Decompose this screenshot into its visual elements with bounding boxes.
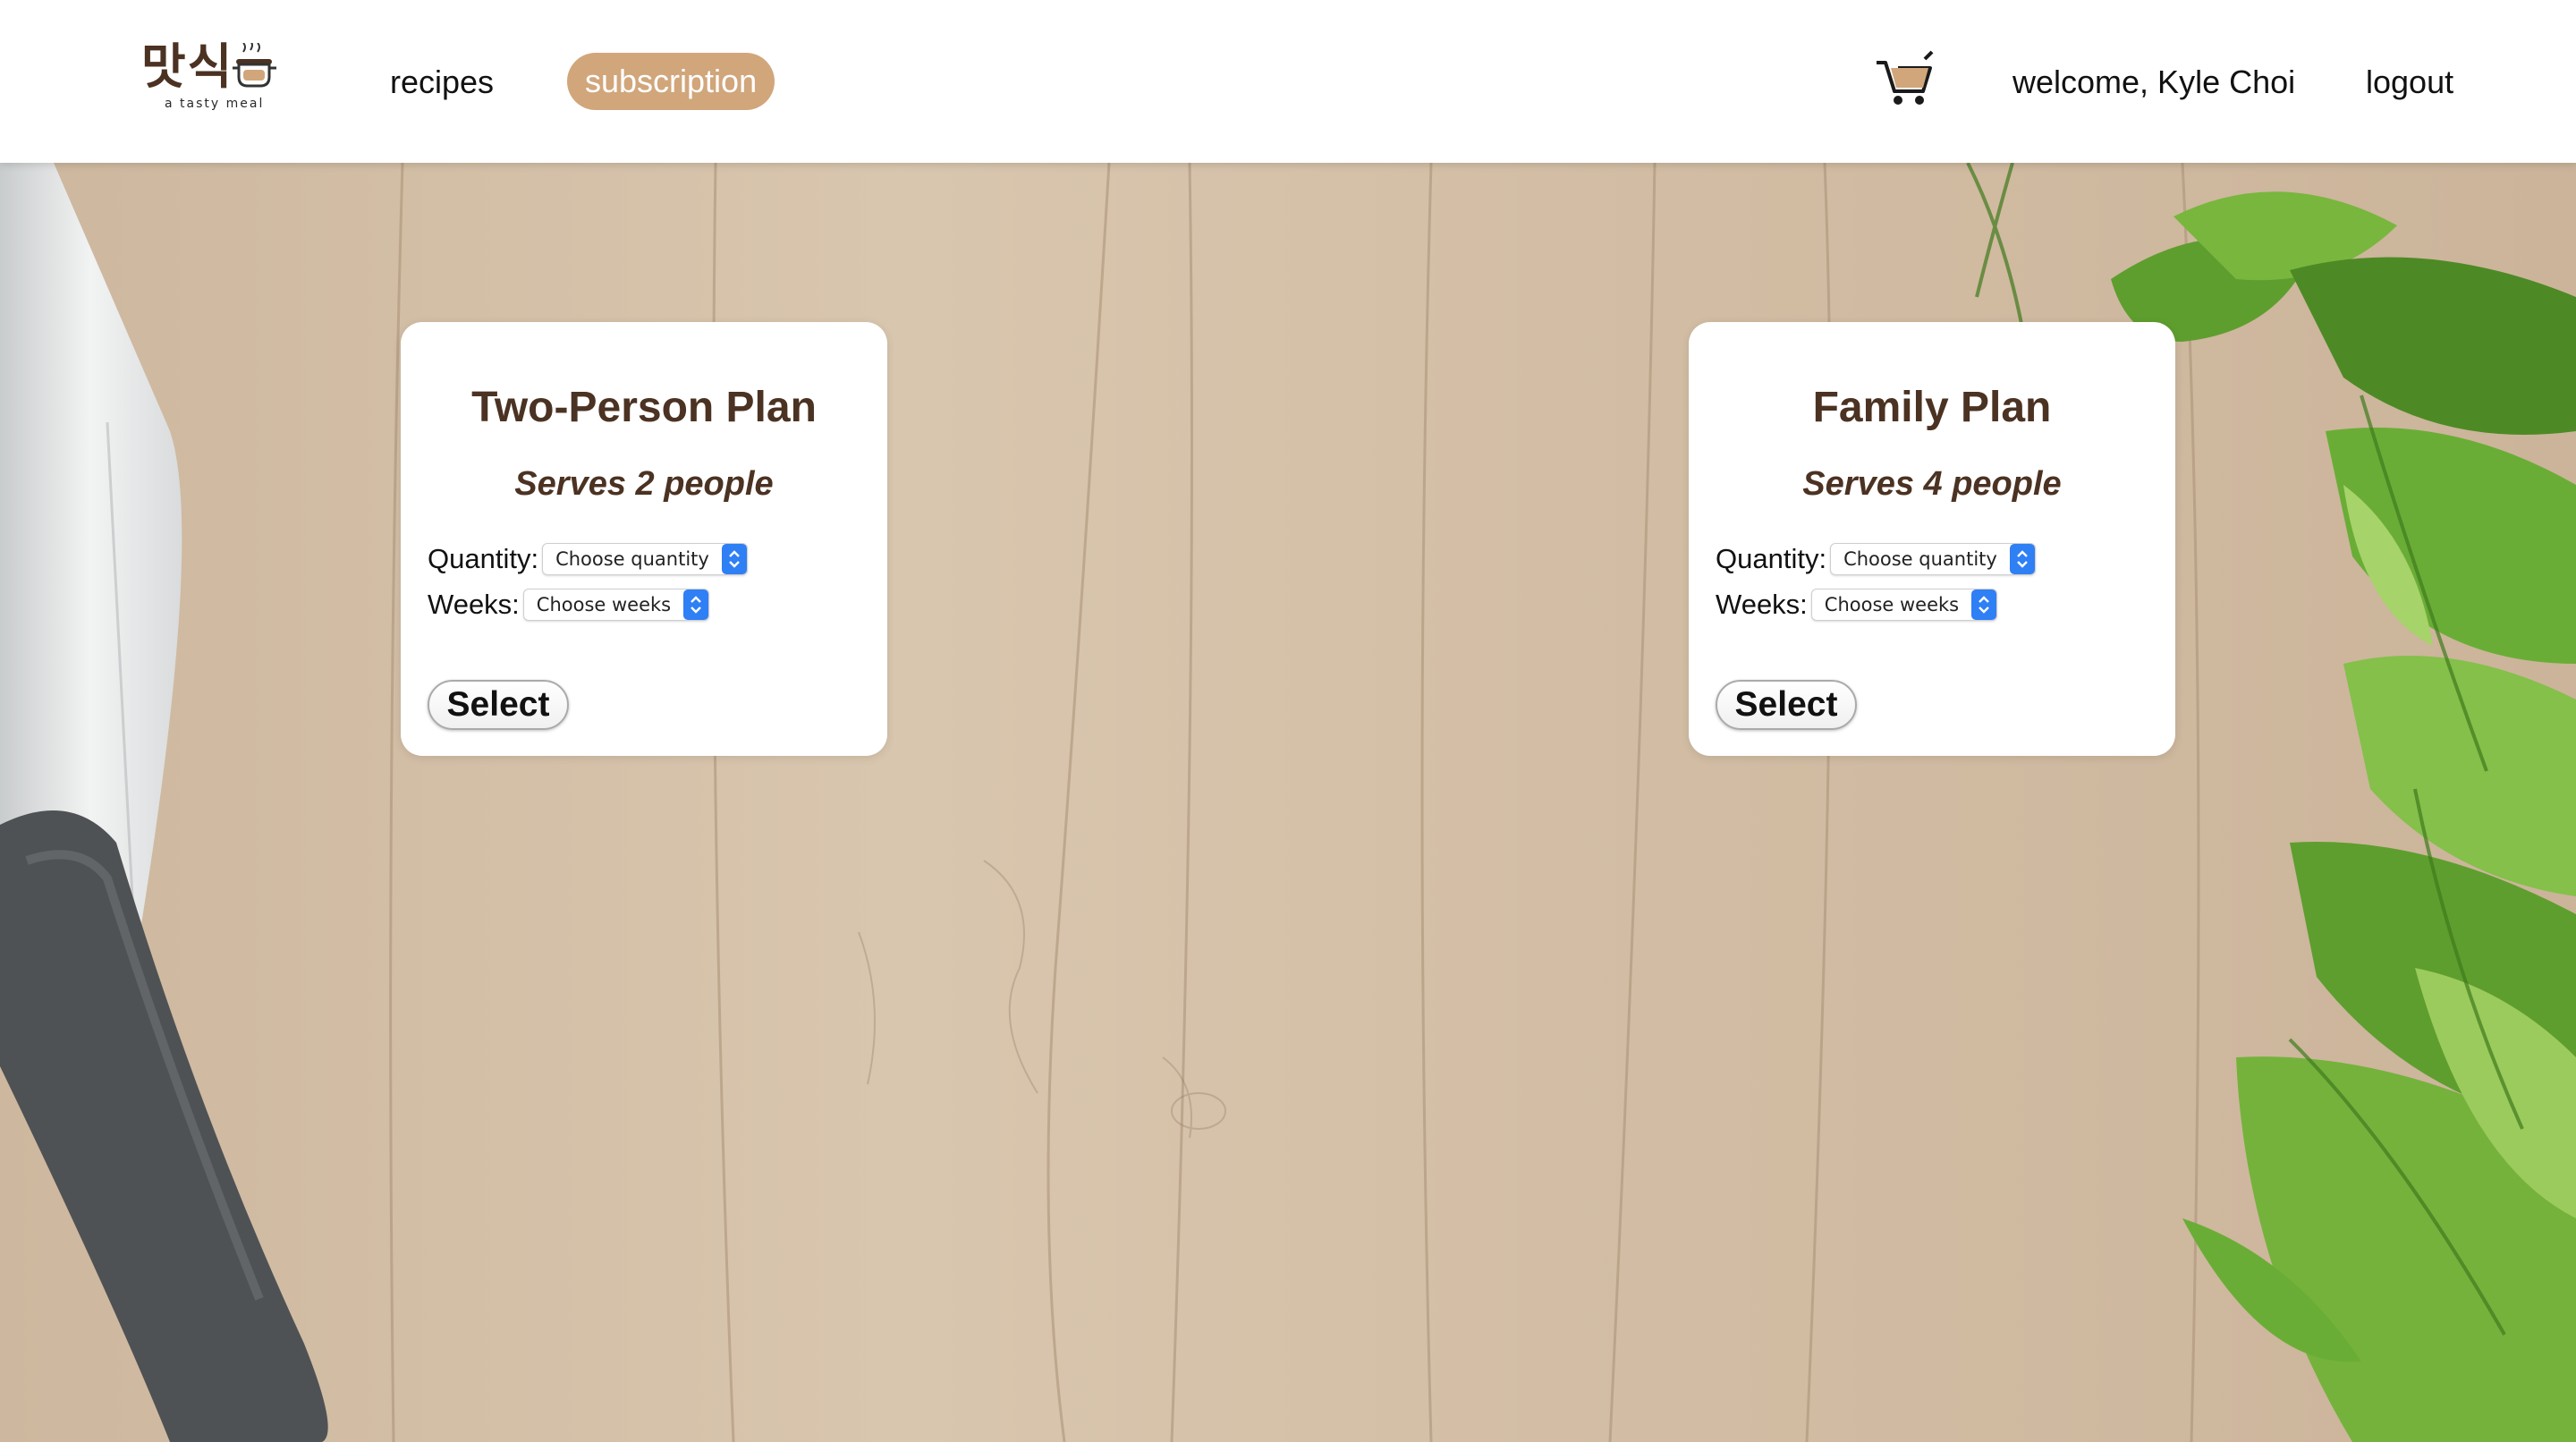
plan-serves: Serves 2 people: [514, 465, 774, 503]
logout-link[interactable]: logout: [2366, 57, 2453, 107]
select-plan-button[interactable]: Select: [1716, 680, 1857, 730]
weeks-label: Weeks:: [428, 589, 520, 620]
quantity-select-value: Choose quantity: [555, 548, 709, 570]
select-plan-button[interactable]: Select: [428, 680, 569, 730]
welcome-message: welcome, Kyle Choi: [2012, 64, 2296, 100]
cutting-board-illustration: [0, 163, 2576, 1442]
up-down-chevron-icon: [2009, 544, 2035, 574]
plan-serves: Serves 4 people: [1802, 465, 2062, 503]
logo-tagline: a tasty meal: [165, 97, 265, 111]
weeks-select-value: Choose weeks: [536, 594, 672, 615]
up-down-chevron-icon: [683, 590, 709, 620]
up-down-chevron-icon: [721, 544, 747, 574]
logo-hangul-text: 맛식: [141, 38, 234, 95]
plan-title: Two-Person Plan: [471, 384, 817, 431]
site-header: 맛식 a tasty meal recipes subscription wel…: [0, 0, 2576, 163]
quantity-select[interactable]: Choose quantity: [542, 543, 748, 575]
up-down-chevron-icon: [1971, 590, 1997, 620]
background-image: [0, 163, 2576, 1442]
quantity-select[interactable]: Choose quantity: [1830, 543, 2036, 575]
quantity-select-value: Choose quantity: [1843, 548, 1997, 570]
quantity-row: Quantity: Choose quantity: [1716, 541, 2036, 577]
nav-recipes-link[interactable]: recipes: [390, 57, 494, 107]
weeks-select-value: Choose weeks: [1824, 594, 1960, 615]
plan-card-two-person: Two-Person Plan Serves 2 people Quantity…: [401, 322, 887, 756]
quantity-row: Quantity: Choose quantity: [428, 541, 748, 577]
weeks-row: Weeks: Choose weeks: [428, 587, 710, 623]
nav-subscription-link[interactable]: subscription: [567, 53, 775, 110]
plan-card-family: Family Plan Serves 4 people Quantity: Ch…: [1689, 322, 2175, 756]
plan-title: Family Plan: [1812, 384, 2052, 431]
weeks-select[interactable]: Choose weeks: [522, 589, 710, 621]
quantity-label: Quantity:: [1716, 543, 1827, 574]
brand-logo[interactable]: 맛식 a tasty meal: [141, 39, 284, 118]
weeks-label: Weeks:: [1716, 589, 1808, 620]
cooking-pot-icon: [233, 43, 276, 88]
weeks-row: Weeks: Choose weeks: [1716, 587, 1998, 623]
quantity-label: Quantity:: [428, 543, 539, 574]
shopping-cart-icon[interactable]: [1875, 50, 1934, 107]
weeks-select[interactable]: Choose weeks: [1810, 589, 1998, 621]
